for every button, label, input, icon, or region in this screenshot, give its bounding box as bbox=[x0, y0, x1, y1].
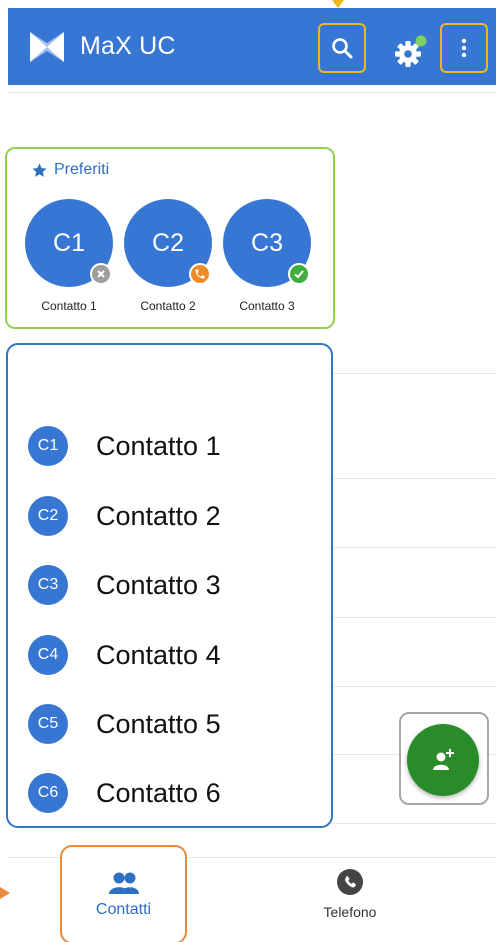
settings-status-dot bbox=[415, 35, 427, 47]
favorite-name: Contatto 3 bbox=[239, 299, 295, 313]
avatar: C5 bbox=[28, 704, 68, 744]
tab-label: Contatti bbox=[95, 900, 152, 918]
tab-telefono[interactable]: Telefono bbox=[300, 868, 400, 928]
avatar: C4 bbox=[28, 635, 68, 675]
tab-label: Telefono bbox=[323, 904, 377, 920]
tab-contatti[interactable]: Contatti bbox=[60, 845, 187, 942]
favorite-contact-1[interactable]: C1 Contatto 1 bbox=[23, 199, 115, 313]
divider bbox=[8, 92, 496, 93]
search-button[interactable] bbox=[318, 23, 366, 73]
contact-name: Contatto 3 bbox=[96, 569, 221, 600]
favorite-contact-2[interactable]: C2 Contatto 2 bbox=[122, 199, 214, 313]
favorites-title: Preferiti bbox=[54, 161, 110, 178]
overflow-menu-button[interactable] bbox=[440, 23, 488, 73]
contact-list: C1 Contatto 1 C2 Contatto 2 C3 Contatto … bbox=[6, 343, 333, 828]
avatar: C2 bbox=[28, 496, 68, 536]
settings-button[interactable] bbox=[392, 34, 428, 70]
max-uc-logo bbox=[30, 32, 64, 62]
app-bar: MaX UC bbox=[8, 8, 496, 85]
contact-name: Contatto 1 bbox=[96, 430, 221, 461]
more-vert-icon bbox=[461, 38, 467, 58]
list-item-contact-3[interactable]: C3 Contatto 3 bbox=[28, 560, 221, 610]
favorite-name: Contatto 2 bbox=[140, 299, 196, 313]
status-badge-offline bbox=[90, 263, 112, 285]
avatar-initials: C3 bbox=[251, 228, 283, 257]
status-badge-available bbox=[288, 263, 310, 285]
avatar: C2 bbox=[124, 199, 212, 287]
favorite-contact-3[interactable]: C3 Contatto 3 bbox=[221, 199, 313, 313]
avatar: C3 bbox=[28, 565, 68, 605]
contact-name: Contatto 5 bbox=[96, 708, 221, 739]
annotation-marker-top bbox=[332, 0, 344, 8]
avatar: C1 bbox=[25, 199, 113, 287]
add-contact-icon bbox=[433, 749, 454, 770]
contact-name: Contatto 4 bbox=[96, 639, 221, 670]
phone-icon bbox=[337, 869, 363, 895]
add-contact-button[interactable] bbox=[407, 724, 479, 796]
annotation-marker-left bbox=[0, 887, 10, 899]
contact-name: Contatto 6 bbox=[96, 777, 221, 808]
avatar: C1 bbox=[28, 426, 68, 466]
star-icon bbox=[32, 162, 47, 177]
people-icon bbox=[108, 872, 139, 894]
phone-icon bbox=[195, 269, 205, 279]
close-icon bbox=[97, 270, 105, 278]
list-item-contact-5[interactable]: C5 Contatto 5 bbox=[28, 699, 221, 749]
list-item-contact-6[interactable]: C6 Contatto 6 bbox=[28, 768, 221, 818]
search-icon bbox=[332, 38, 353, 59]
avatar: C6 bbox=[28, 773, 68, 813]
favorite-name: Contatto 1 bbox=[41, 299, 97, 313]
favorites-panel: Preferiti C1 Contatto 1 C2 Contatto 2 C3… bbox=[5, 147, 335, 329]
avatar-initials: C1 bbox=[53, 228, 85, 257]
status-badge-on-call bbox=[189, 263, 211, 285]
contact-name: Contatto 2 bbox=[96, 500, 221, 531]
check-icon bbox=[294, 270, 304, 279]
app-screen: MaX UC Preferiti C1 Contatto 1 C2 Contat… bbox=[0, 0, 499, 942]
favorites-header: Preferiti bbox=[31, 161, 109, 179]
list-item-contact-4[interactable]: C4 Contatto 4 bbox=[28, 630, 221, 680]
gear-icon bbox=[395, 41, 421, 67]
app-title: MaX UC bbox=[80, 32, 176, 60]
avatar-initials: C2 bbox=[152, 228, 184, 257]
list-item-contact-2[interactable]: C2 Contatto 2 bbox=[28, 491, 221, 541]
list-item-contact-1[interactable]: C1 Contatto 1 bbox=[28, 421, 221, 471]
avatar: C3 bbox=[223, 199, 311, 287]
